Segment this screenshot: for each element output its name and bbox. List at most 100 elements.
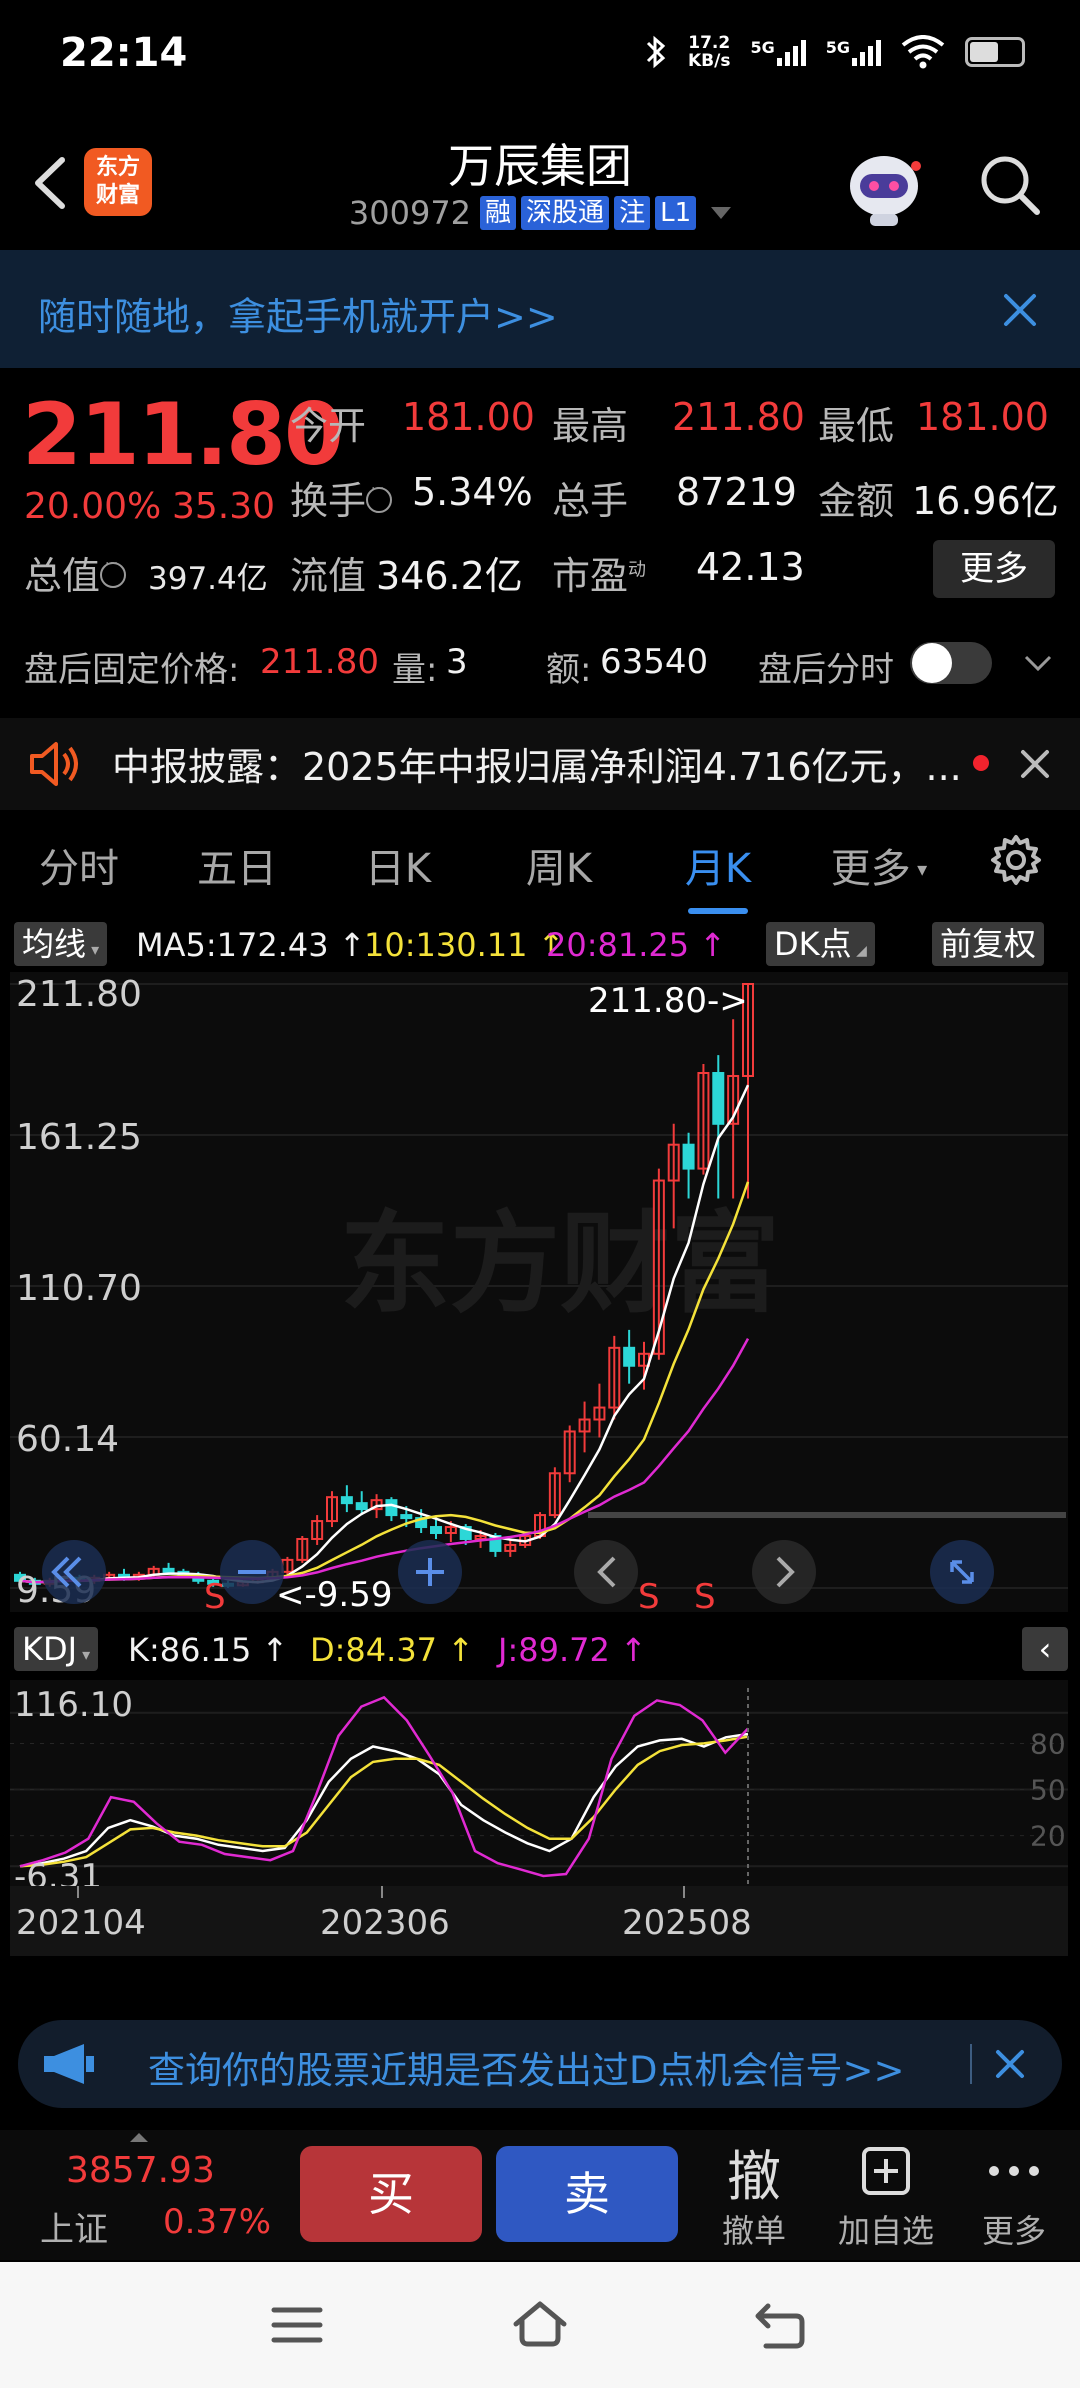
gear-icon[interactable] (988, 832, 1044, 888)
add-watchlist-icon (826, 2136, 946, 2206)
watermark: 东方财富 (340, 1200, 780, 1328)
after-hours-vol: 3 (446, 642, 468, 682)
scroll-left-button[interactable] (574, 1540, 638, 1604)
candle-body (400, 1514, 413, 1520)
add-watchlist-button[interactable]: 加自选 (826, 2136, 946, 2252)
menu-icon[interactable] (270, 2302, 324, 2348)
more-button[interactable]: 更多 (933, 540, 1055, 598)
ma20-value: 20:81.25 ↑ (546, 926, 727, 964)
more-menu-button[interactable]: 更多 (954, 2136, 1074, 2252)
scroll-right-button[interactable] (752, 1540, 816, 1604)
stock-code-line[interactable]: 300972 融 深股通 注 L1 (340, 194, 740, 232)
pe-value: 42.13 (696, 545, 805, 589)
tag-margin: 融 (480, 196, 517, 230)
kdj-right-tick: 80 (1030, 1727, 1066, 1760)
status-time: 22:14 (60, 30, 188, 76)
wifi-icon (901, 35, 945, 69)
info-icon[interactable] (366, 477, 393, 513)
jump-start-button[interactable] (42, 1540, 106, 1604)
kdj-right-tick: 50 (1030, 1774, 1066, 1807)
d-value: D:84.37 ↑ (310, 1631, 475, 1669)
cancel-order-button[interactable]: 撤 撤单 (694, 2136, 814, 2252)
news-text[interactable]: 中报披露：2025年中报归属净利润4.716亿元，... (112, 736, 962, 791)
promo-text[interactable]: 查询你的股票近期是否发出过D点机会信号>> (148, 2040, 905, 2094)
search-icon[interactable] (975, 150, 1045, 220)
back-arrow-icon[interactable] (20, 148, 80, 218)
robot-assistant-icon[interactable] (840, 144, 928, 232)
j-value: J:89.72 ↑ (498, 1631, 647, 1669)
ma5-value: MA5:172.43 ↑ (136, 926, 366, 964)
adjust-selector[interactable]: 前复权 (932, 922, 1045, 966)
signal-1-icon: 5G (750, 38, 806, 66)
tab-five-day[interactable]: 五日 (158, 836, 316, 894)
buy-button[interactable]: 买 (300, 2146, 482, 2242)
x-tick-label: 202508 (622, 1903, 752, 1943)
back-icon[interactable] (752, 2300, 808, 2350)
change-percent: 20.00% (24, 486, 162, 527)
network-speed: 17.2 KB/s (688, 33, 731, 71)
after-hours-price-label: 盘后固定价格: (24, 650, 240, 690)
index-price[interactable]: 3857.93 (66, 2150, 215, 2191)
open-account-banner[interactable]: 随时随地，拿起手机就开户>> (0, 250, 1080, 368)
kdj-legend-row: KDJ ▾ K:86.15 ↑ D:84.37 ↑ J:89.72 ↑ ‹ (0, 1625, 1080, 1675)
high-label: 最高 (552, 404, 629, 448)
period-tabs: 分时 五日 日K 周K 月K 更多 ▾ (0, 820, 1080, 914)
tag-registered: 注 (614, 196, 651, 230)
index-name[interactable]: 上证 (40, 2202, 108, 2251)
tag-level1: L1 (655, 196, 697, 230)
bottom-toolbar: 3857.93 上证 0.37% 买 卖 撤 撤单 加自选 更多 (0, 2130, 1080, 2260)
d-point-promo[interactable]: 查询你的股票近期是否发出过D点机会信号>> (18, 2020, 1062, 2108)
after-hours-vol-label: 量: (392, 650, 438, 690)
stock-header: 东方 财富 万辰集团 300972 融 深股通 注 L1 (0, 120, 1080, 250)
index-change[interactable]: 0.37% (163, 2202, 271, 2242)
subchart-selector[interactable]: KDJ ▾ (14, 1627, 99, 1671)
kdj-y-max: 116.10 (14, 1685, 133, 1725)
high-value: 211.80 (672, 395, 805, 439)
expand-up-icon[interactable] (128, 2130, 150, 2144)
stock-name: 万辰集团 (448, 139, 632, 193)
amount-label: 金额 (818, 479, 895, 523)
pe-label: 市盈动 (552, 554, 647, 598)
close-icon[interactable] (1015, 744, 1055, 784)
amount-value: 16.96亿 (912, 479, 1059, 523)
megaphone-icon (44, 2044, 94, 2084)
indicator-selector[interactable]: 均线 ▾ (14, 922, 108, 966)
app-logo[interactable]: 东方 财富 (84, 148, 152, 216)
more-dots-icon (954, 2136, 1074, 2206)
market-cap-value: 397.4亿 (148, 561, 268, 597)
tab-daily-k[interactable]: 日K (316, 836, 480, 894)
after-hours-price: 211.80 (260, 642, 379, 682)
chevron-down-icon[interactable] (1020, 645, 1056, 681)
k-value: K:86.15 ↑ (128, 1631, 289, 1669)
tag-shenzhen-connect: 深股通 (521, 196, 610, 230)
volume-value: 87219 (676, 470, 797, 514)
news-ticker[interactable]: 中报披露：2025年中报归属净利润4.716亿元，... (0, 718, 1080, 810)
info-icon[interactable] (100, 552, 127, 588)
sell-button[interactable]: 卖 (496, 2146, 678, 2242)
banner-text[interactable]: 随时随地，拿起手机就开户>> (38, 286, 558, 341)
candle-body (340, 1496, 353, 1505)
change-amount: 35.30 (172, 486, 276, 527)
after-hours-toggle[interactable] (910, 642, 992, 684)
candle-body (682, 1143, 695, 1170)
dk-point-selector[interactable]: DK点 ◢ (766, 922, 875, 966)
x-tick-label: 202306 (320, 1903, 450, 1943)
zoom-out-button[interactable] (220, 1540, 284, 1604)
volume-label: 总手 (552, 479, 629, 523)
close-icon[interactable] (986, 2040, 1034, 2088)
after-hours-amt: 63540 (600, 642, 709, 682)
tab-more[interactable]: 更多 ▾ (798, 836, 960, 894)
system-nav-bar (0, 2262, 1080, 2388)
fullscreen-button[interactable] (930, 1540, 994, 1604)
candle-body (385, 1499, 398, 1517)
tab-intraday[interactable]: 分时 (0, 836, 158, 894)
home-icon[interactable] (510, 2298, 570, 2352)
collapse-panel-button[interactable]: ‹ (1022, 1627, 1068, 1671)
kline-chart[interactable]: 东方财富 211.80161.25110.7060.149.59 211.80-… (0, 972, 1080, 2012)
close-icon[interactable] (990, 280, 1050, 340)
y-tick-label: 60.14 (16, 1419, 119, 1460)
tab-weekly-k[interactable]: 周K (480, 836, 638, 894)
tab-monthly-k[interactable]: 月K (638, 836, 798, 914)
zoom-in-button[interactable] (398, 1540, 462, 1604)
x-tick-label: 202104 (16, 1903, 146, 1943)
